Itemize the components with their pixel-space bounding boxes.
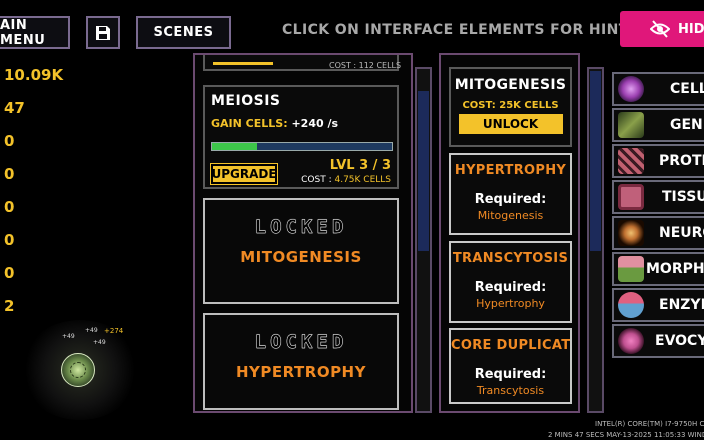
unlock-item-requirement: Transcytosis (476, 384, 545, 397)
resource-cells: 10.09K (4, 66, 64, 84)
sidebar-item-morphology[interactable]: MORPHO (612, 252, 704, 286)
partial-cost: COST : 112 CELLS (329, 61, 402, 70)
sidebar-item-evocyte[interactable]: EVOCYT (612, 324, 704, 358)
floater: +49 (85, 327, 98, 334)
footer-cpu: INTEL(R) CORE(TM) I7-9750H CPU (595, 420, 704, 428)
unlock-item-requirement: Hypertrophy (476, 297, 545, 310)
unlock-item-title: TRANSCYTOSIS (452, 251, 569, 266)
sidebar-item-label: MORPHO (646, 261, 704, 277)
tissue-icon (618, 184, 644, 210)
sidebar-item-cell[interactable]: CELL (612, 72, 704, 106)
unlock-item-transcytosis[interactable]: TRANSCYTOSIS Required: Hypertrophy (449, 241, 572, 323)
unlock-item-core-duplication[interactable]: CORE DUPLICATION Required: Transcytosis (449, 328, 572, 404)
meiosis-gain: GAIN CELLS: +240 /s (211, 117, 339, 130)
sidebar-item-tissue[interactable]: TISSU (612, 180, 704, 214)
meiosis-level: LVL 3 / 3 (329, 158, 391, 173)
unlock-item-hypertrophy[interactable]: HYPERTROPHY Required: Mitogenesis (449, 153, 572, 235)
main-menu-button[interactable]: AIN MENU (0, 16, 70, 49)
unlocks-scroll-thumb[interactable] (590, 71, 601, 251)
resource-genes: 47 (4, 99, 25, 117)
floppy-disk-icon (96, 25, 110, 40)
evocyte-icon (618, 328, 644, 354)
eye-slash-icon (650, 20, 670, 38)
sidebar-item-label: TISSU (662, 189, 704, 205)
unlock-item-requirement: Mitogenesis (477, 209, 544, 222)
floater: +49 (62, 333, 75, 340)
featured-title: MITOGENESIS (454, 77, 567, 93)
locked-name: HYPERTROPHY (236, 363, 366, 381)
sidebar-item-label: PROTE (659, 153, 704, 169)
partial-progress (213, 62, 273, 65)
floater: +49 (93, 339, 106, 346)
featured-unlock-card: MITOGENESIS COST: 25K CELLS UNLOCK (449, 67, 572, 147)
sidebar-item-label: CELL (670, 81, 704, 97)
unlock-button[interactable]: UNLOCK (458, 114, 563, 134)
main-menu-label: AIN MENU (0, 17, 46, 48)
locked-title: LOCKED (254, 216, 348, 238)
sidebar-item-label: EVOCYT (655, 333, 704, 349)
protein-icon (618, 148, 644, 174)
resource-neurons: 0 (4, 198, 15, 216)
meiosis-title: MEIOSIS (211, 93, 281, 109)
unlock-item-required: Required: (474, 367, 547, 382)
resource-tissues: 0 (4, 165, 15, 183)
resource-evocytes: 2 (4, 297, 15, 315)
resource-enzymes: 0 (4, 264, 15, 282)
locked-hypertrophy-card[interactable]: LOCKED HYPERTROPHY (203, 313, 399, 410)
save-button[interactable] (86, 16, 120, 49)
floater: +274 (104, 327, 124, 335)
upgrades-scrollbar[interactable] (415, 67, 432, 413)
locked-name: MITOGENESIS (240, 248, 362, 266)
resource-proteins: 0 (4, 132, 15, 150)
upgrade-button[interactable]: UPGRADE (210, 163, 278, 185)
sidebar-item-label: NEURO (659, 225, 704, 241)
hide-label: HIDE (678, 21, 704, 37)
hint-text: CLICK ON INTERFACE ELEMENTS FOR HINTS (282, 22, 640, 38)
scenes-button[interactable]: SCENES (136, 16, 231, 49)
meiosis-progress-bar (211, 142, 393, 151)
unlock-item-title: CORE DUPLICATION (451, 338, 571, 353)
sidebar-item-label: ENZYM (659, 297, 704, 313)
partial-upgrade-card: COST : 112 CELLS (203, 55, 402, 71)
unlock-item-required: Required: (474, 280, 547, 295)
sidebar-item-protein[interactable]: PROTE (612, 144, 704, 178)
featured-cost: COST: 25K CELLS (462, 100, 559, 111)
resource-morphology: 0 (4, 231, 15, 249)
unlock-item-title: HYPERTROPHY (454, 163, 567, 178)
upgrades-scroll-thumb[interactable] (418, 91, 429, 251)
meiosis-progress-fill (212, 143, 257, 150)
unlock-item-required: Required: (474, 192, 547, 207)
cell-nucleus (70, 362, 86, 378)
footer-time: 2 MINS 47 SECS MAY-13-2025 11:05:33 WIND… (548, 431, 704, 439)
locked-title: LOCKED (254, 331, 348, 353)
unlocks-scrollbar[interactable] (587, 67, 604, 413)
locked-mitogenesis-card[interactable]: LOCKED MITOGENESIS (203, 198, 399, 304)
meiosis-card: MEIOSIS GAIN CELLS: +240 /s UPGRADE LVL … (203, 85, 399, 189)
sidebar-item-gene[interactable]: GENE (612, 108, 704, 142)
sidebar-item-neuron[interactable]: NEURO (612, 216, 704, 250)
neuron-icon (618, 220, 644, 246)
cell-icon (618, 76, 644, 102)
sidebar-item-enzyme[interactable]: ENZYM (612, 288, 704, 322)
enzyme-icon (618, 292, 644, 318)
meiosis-cost: COST : 4.75K CELLS (301, 175, 391, 185)
sidebar-item-label: GENE (670, 117, 704, 133)
scenes-label: SCENES (153, 25, 214, 40)
hide-button[interactable]: HIDE (620, 11, 704, 47)
morphology-icon (618, 256, 644, 282)
dna-icon (618, 112, 644, 138)
